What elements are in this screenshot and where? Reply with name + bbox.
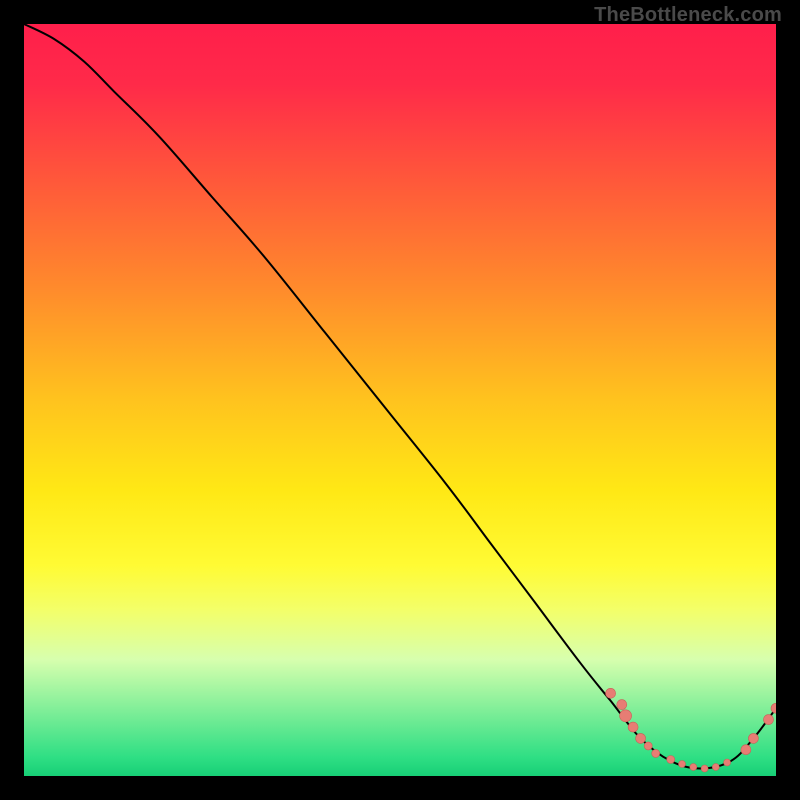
marker-dot <box>679 761 686 768</box>
chart-svg <box>24 24 776 776</box>
marker-dot <box>636 733 646 743</box>
gradient-background <box>24 24 776 776</box>
marker-dot <box>606 688 616 698</box>
marker-dot <box>712 764 719 771</box>
marker-dot <box>764 715 774 725</box>
plot-area <box>24 24 776 776</box>
marker-dot <box>620 710 632 722</box>
marker-dot <box>690 764 697 771</box>
marker-dot <box>644 742 652 750</box>
marker-dot <box>701 765 708 772</box>
marker-dot <box>652 749 660 757</box>
marker-dot <box>748 733 758 743</box>
marker-dot <box>667 756 675 764</box>
marker-dot <box>741 745 751 755</box>
marker-dot <box>617 700 627 710</box>
marker-dot <box>628 722 638 732</box>
chart-stage: TheBottleneck.com <box>0 0 800 800</box>
marker-dot <box>724 759 731 766</box>
